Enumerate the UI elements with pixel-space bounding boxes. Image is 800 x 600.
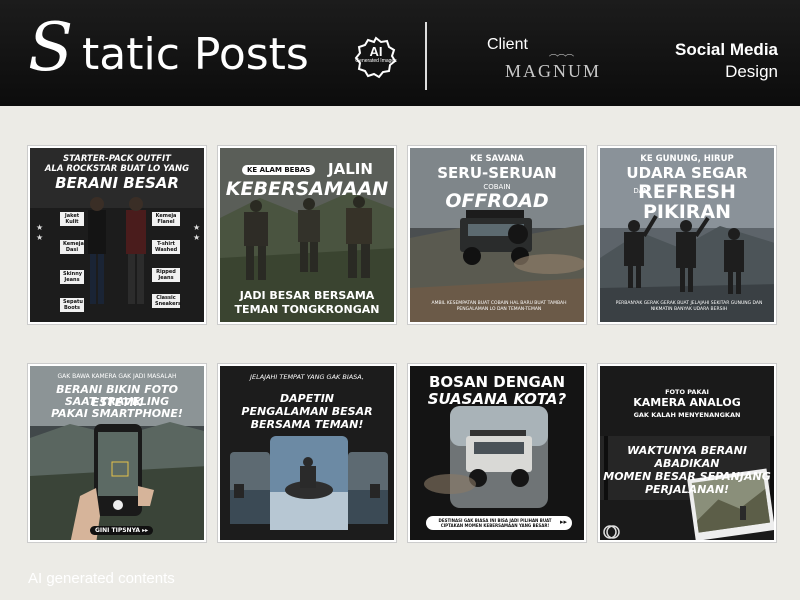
page-title: tatic Posts [82,29,309,80]
post-2-headline: KEBERSAMAAN [225,178,389,200]
post-8-line-2: KAMERA ANALOG [633,396,741,409]
post-3-caption: AMBIL KESEMPATAN BUAT COBAIN HAL BARU BU… [431,301,567,312]
tag-kemeja-dasi: Kemeja Dasi [60,240,84,254]
svg-text:★: ★ [36,223,43,232]
ai-generated-badge-icon: AI Generated Images [354,36,398,80]
post-1-line-2: ALA ROCKSTAR BUAT LO YANG [44,164,190,174]
client-brand-logo: MAGNUM [505,61,602,81]
post-card-savana[interactable]: KE SAVANA SERU-SERUAN COBAIN OFFROAD AMB… [407,145,587,325]
post-card-gunung[interactable]: KE GUNUNG, HIRUP UDARA SEGAR DAN REFRESH… [597,145,777,325]
tag-kemeja-flanel: Kemeja Flanel [152,212,180,226]
svg-text:★: ★ [36,233,43,242]
post-1-headline: BERANI BESAR [55,174,179,192]
post-2-line-4: JADI BESAR BERSAMA [239,289,375,302]
post-4-headline-2: PIKIRAN [642,201,732,223]
post-5-line-1: GAK BAWA KAMERA GAK JADI MASALAH [57,373,177,380]
post-6-line-4: BERSAMA TEMAN! [250,418,364,431]
category-line-1: Social Media [675,40,778,59]
svg-text:★: ★ [193,233,200,242]
post-6-line-1: JELAJAHI TEMPAT YANG GAK BIASA, [250,373,364,381]
post-card-kota[interactable]: BOSAN DENGAN SUASANA KOTA? DESTINASI GAK… [407,363,587,543]
tag-classic-sneakers: Classic Sneakers [152,294,181,308]
post-2-pill: KE ALAM BEBAS [242,165,316,175]
post-1-line-1: STARTER-PACK OUTFIT [63,154,171,164]
post-7-headline: SUASANA KOTA? [427,390,567,408]
tag-skinny-jeans: Skinny Jeans [60,270,84,284]
footer-note: AI generated contents [28,570,175,587]
post-3-line-1: KE SAVANA [470,154,524,164]
category-line-2: Design [725,62,778,81]
post-7-line-1: BOSAN DENGAN [428,373,566,391]
post-3-headline: OFFROAD [445,190,549,212]
post-8-line-1: FOTO PAKAI [665,388,709,396]
post-card-outfit[interactable]: ★ ★ ★ ★ STARTER-PACK OUTFIT ALA ROCKSTAR… [27,145,207,325]
post-card-alam-bebas[interactable]: KE ALAM BEBAS JALIN KEBERSAMAAN JADI BES… [217,145,397,325]
post-8-line-4: WAKTUNYA BERANI [627,444,747,457]
tag-ripped-jeans: Ripped Jeans [152,268,180,282]
svg-text:★: ★ [193,223,200,232]
post-4-caption: PERBANYAK GERAK GERAK BUAT JELAJAHI SEKI… [615,301,763,312]
badge-subtitle: Generated Images [355,58,397,64]
post-8-line-6: MOMEN BESAR SEPANJANG [603,470,771,483]
post-3-line-2: SERU-SERUAN [437,164,557,182]
post-6-line-2: DAPETIN [279,392,335,405]
post-card-smartphone[interactable]: GAK BAWA KAMERA GAK JADI MASALAH BERANI … [27,363,207,543]
post-6-line-3: PENGALAMAN BESAR [241,405,373,418]
post-8-line-7: PERJALANAN! [644,483,730,496]
post-4-headline-1: REFRESH [638,181,736,203]
fast-forward-icon: ▸▸ [560,519,568,526]
post-4-line-2: UDARA SEGAR [626,164,748,182]
tag-sepatu-boots: Sepatu Boots [60,298,84,312]
post-5-tips-button[interactable]: GINI TIPSNYA ▸▸ [90,526,154,535]
badge-title: AI [369,44,383,59]
post-5-line-4: PAKAI SMARTPHONE! [51,407,183,420]
title-first-letter: S [28,9,74,86]
post-2-line-2: JALIN [328,160,373,178]
tag-jaket-kulit: Jaket Kulit [60,212,84,226]
post-card-jelajahi[interactable]: JELAJAHI TEMPAT YANG GAK BIASA, DAPETIN … [217,363,397,543]
post-8-line-3: GAK KALAH MENYENANGKAN [633,411,741,419]
post-card-analog[interactable]: FOTO PAKAI KAMERA ANALOG GAK KALAH MENYE… [597,363,777,543]
client-label: Client [487,36,528,53]
post-8-line-5: ABADIKAN [654,457,720,470]
tag-tshirt-washed: T-shirt Washed [152,240,180,254]
post-2-line-5: TEMAN TONGKRONGAN [234,303,380,316]
post-4-line-1: KE GUNUNG, HIRUP [640,154,734,164]
header-divider [425,22,427,90]
post-7-destination-button[interactable]: DESTINASI GAK BIASA INI BISA JADI PILIHA… [426,516,572,530]
header-banner: S tatic Posts AI Generated Images Client… [0,0,800,106]
